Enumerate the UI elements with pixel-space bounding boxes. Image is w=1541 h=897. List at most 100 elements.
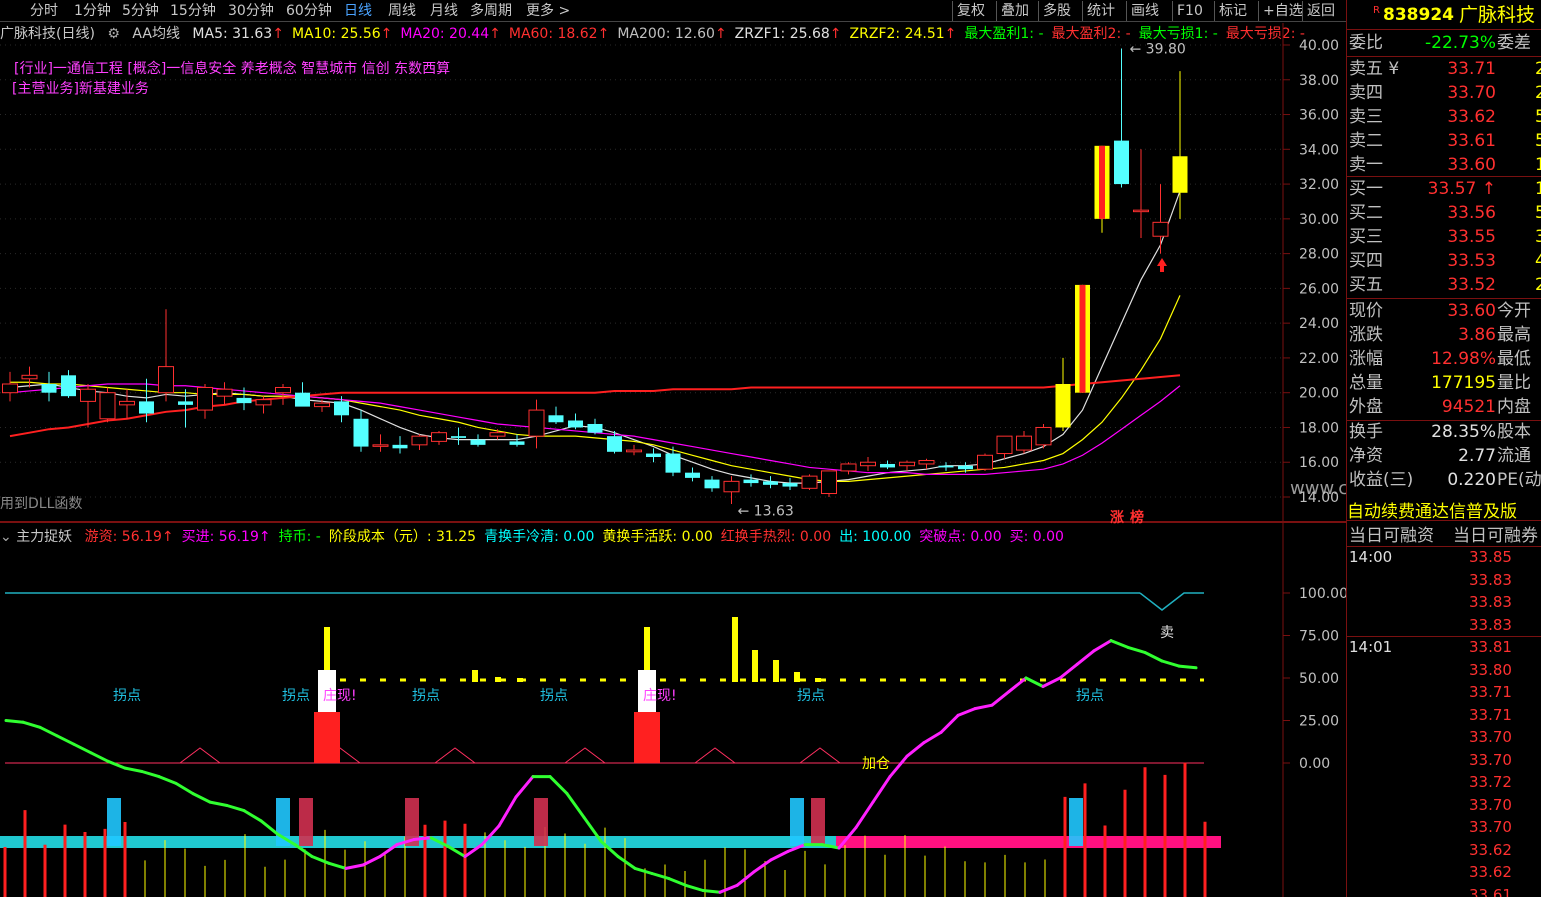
hot-money-segment bbox=[259, 819, 280, 836]
ask-row-0: 卖五 ¥ 33.71 2 bbox=[1347, 58, 1541, 81]
turnover-bar bbox=[517, 678, 523, 682]
hot-money-segment bbox=[650, 872, 671, 881]
ask-row-1-value: 33.70 bbox=[1447, 83, 1496, 103]
stat-row-2: 涨幅 12.98% 最低 bbox=[1347, 348, 1541, 371]
bid-row-0-value: 33.57 ↑ bbox=[1427, 179, 1496, 199]
tick-price: 33.83 bbox=[1469, 615, 1512, 634]
chart-area[interactable]: 14.00 16.00 18.00 20.00 22.00 24.00 26.00 28.00… bbox=[0, 0, 1346, 897]
hot-money-segment bbox=[548, 775, 569, 796]
candle-body bbox=[899, 461, 915, 467]
hot-money-segment bbox=[89, 751, 110, 763]
hot-money-segment bbox=[990, 690, 1011, 707]
stat-row-2-right: 最低 bbox=[1497, 349, 1531, 369]
hot-money-segment bbox=[1160, 659, 1181, 668]
hot-money-segment bbox=[310, 855, 331, 865]
candle-body bbox=[431, 432, 447, 442]
candle-body bbox=[607, 436, 622, 452]
price-tick-label: 32.00 bbox=[1299, 177, 1339, 193]
hot-money-segment bbox=[174, 781, 195, 796]
candle-body bbox=[1055, 384, 1071, 428]
weibi-row: 委比 -22.73% 委差 bbox=[1347, 32, 1541, 55]
hot-money-segment bbox=[718, 883, 739, 894]
tick-price: 33.85 bbox=[1469, 548, 1512, 566]
hot-money-segment bbox=[1177, 664, 1198, 670]
candle-body bbox=[216, 388, 233, 397]
ind-tick-label: 50.00 bbox=[1299, 671, 1339, 687]
zhuang-red-block bbox=[314, 712, 340, 763]
candle-body bbox=[626, 449, 642, 453]
hot-money-segment bbox=[191, 792, 212, 804]
margin-right-label: 当日可融券 bbox=[1453, 526, 1538, 546]
ind-tick-label: 25.00 bbox=[1299, 714, 1339, 730]
stat2-row-2-label: 收益(三) bbox=[1349, 470, 1414, 490]
candle-body bbox=[996, 435, 1013, 455]
turnover-bar bbox=[472, 670, 478, 682]
tag-bang: 榜 bbox=[1130, 509, 1144, 526]
bid-row-4-right: 2 bbox=[1535, 275, 1541, 295]
ask-row-4-label: 卖一 bbox=[1349, 155, 1383, 175]
candle-body bbox=[509, 441, 525, 445]
buy-arrow-icon bbox=[1157, 258, 1167, 272]
candle-body bbox=[99, 392, 116, 420]
stat2-row-2-value: 0.220 bbox=[1447, 470, 1496, 490]
turnover-bar bbox=[495, 677, 501, 682]
hot-money-segment bbox=[208, 800, 229, 807]
candle-body bbox=[353, 418, 369, 447]
candle-body bbox=[918, 459, 935, 465]
weibi-row-value: -22.73% bbox=[1425, 33, 1496, 53]
sep-6 bbox=[1347, 546, 1541, 547]
candle-body bbox=[548, 415, 564, 423]
turn-point-label: 拐点 bbox=[1076, 688, 1104, 704]
hot-money-segment bbox=[973, 703, 994, 711]
candle-body bbox=[470, 439, 486, 445]
zero-triangle bbox=[799, 747, 841, 764]
candle-body bbox=[178, 401, 193, 405]
notice[interactable]: 自动续费通达信普及版 bbox=[1347, 497, 1517, 522]
hot-money-segment bbox=[1007, 676, 1028, 694]
hot-money-segment bbox=[123, 766, 144, 773]
stat2-row-2: 收益(三) 0.220PE(动) bbox=[1347, 469, 1541, 492]
price-tick-label: 20.00 bbox=[1299, 386, 1339, 402]
candle-body bbox=[1172, 156, 1188, 193]
stat-row-1: 涨跌 3.86 最高 bbox=[1347, 324, 1541, 347]
hot-money-segment bbox=[4, 719, 25, 724]
ask-row-3: 卖二 33.61 5 bbox=[1347, 130, 1541, 153]
tick-price: 33.80 bbox=[1469, 660, 1512, 679]
hot-money-segment bbox=[667, 877, 688, 887]
zero-triangle bbox=[694, 747, 736, 764]
sep-2 bbox=[1347, 176, 1541, 177]
stat-row-0-label: 现价 bbox=[1349, 301, 1383, 321]
price-tick-label: 22.00 bbox=[1299, 351, 1339, 367]
ask-row-0-right: 2 bbox=[1535, 59, 1541, 79]
price-tick-label: 40.00 bbox=[1299, 38, 1339, 54]
stat2-row-2-right: PE(动) bbox=[1497, 470, 1541, 490]
ask-row-3-value: 33.61 bbox=[1447, 131, 1496, 151]
quote-panel: R 838924 广脉科技 委比 -22.73% 委差 卖五 ¥33.71 2 卖四 33.… bbox=[1346, 0, 1541, 897]
candle-body bbox=[41, 384, 57, 393]
hot-money-segment bbox=[55, 734, 76, 746]
candle-body bbox=[977, 454, 993, 470]
candle-body bbox=[139, 401, 154, 414]
hot-money-segment bbox=[1126, 645, 1147, 654]
candle-body bbox=[801, 475, 818, 489]
margin-left-label: 当日可融资 bbox=[1349, 526, 1434, 546]
hot-money-segment bbox=[140, 770, 161, 779]
ask-row-4-right: 13 bbox=[1535, 155, 1541, 175]
candle-body bbox=[411, 435, 428, 446]
stat-row-1-right: 最高 bbox=[1497, 325, 1531, 345]
bid-row-3: 买四 33.53 4 bbox=[1347, 250, 1541, 273]
candle-body bbox=[61, 375, 76, 397]
bid-row-2-right: 3 bbox=[1535, 227, 1541, 247]
stat-row-1-label: 涨跌 bbox=[1349, 325, 1383, 345]
tick-price: 33.70 bbox=[1469, 750, 1512, 769]
turnover-bar bbox=[794, 672, 800, 682]
tick-time: 14:01 bbox=[1349, 638, 1393, 656]
candle-body bbox=[275, 386, 291, 394]
stat2-row-1: 净资 2.77 流通 bbox=[1347, 445, 1541, 468]
candle-body bbox=[646, 453, 661, 458]
stat-row-4-label: 外盘 bbox=[1349, 397, 1383, 417]
sell-label: 卖 bbox=[1160, 625, 1174, 641]
weibi-row-right: 委差 bbox=[1497, 33, 1531, 53]
ask-row-2-label: 卖三 bbox=[1349, 107, 1383, 127]
candle-body bbox=[158, 366, 174, 394]
